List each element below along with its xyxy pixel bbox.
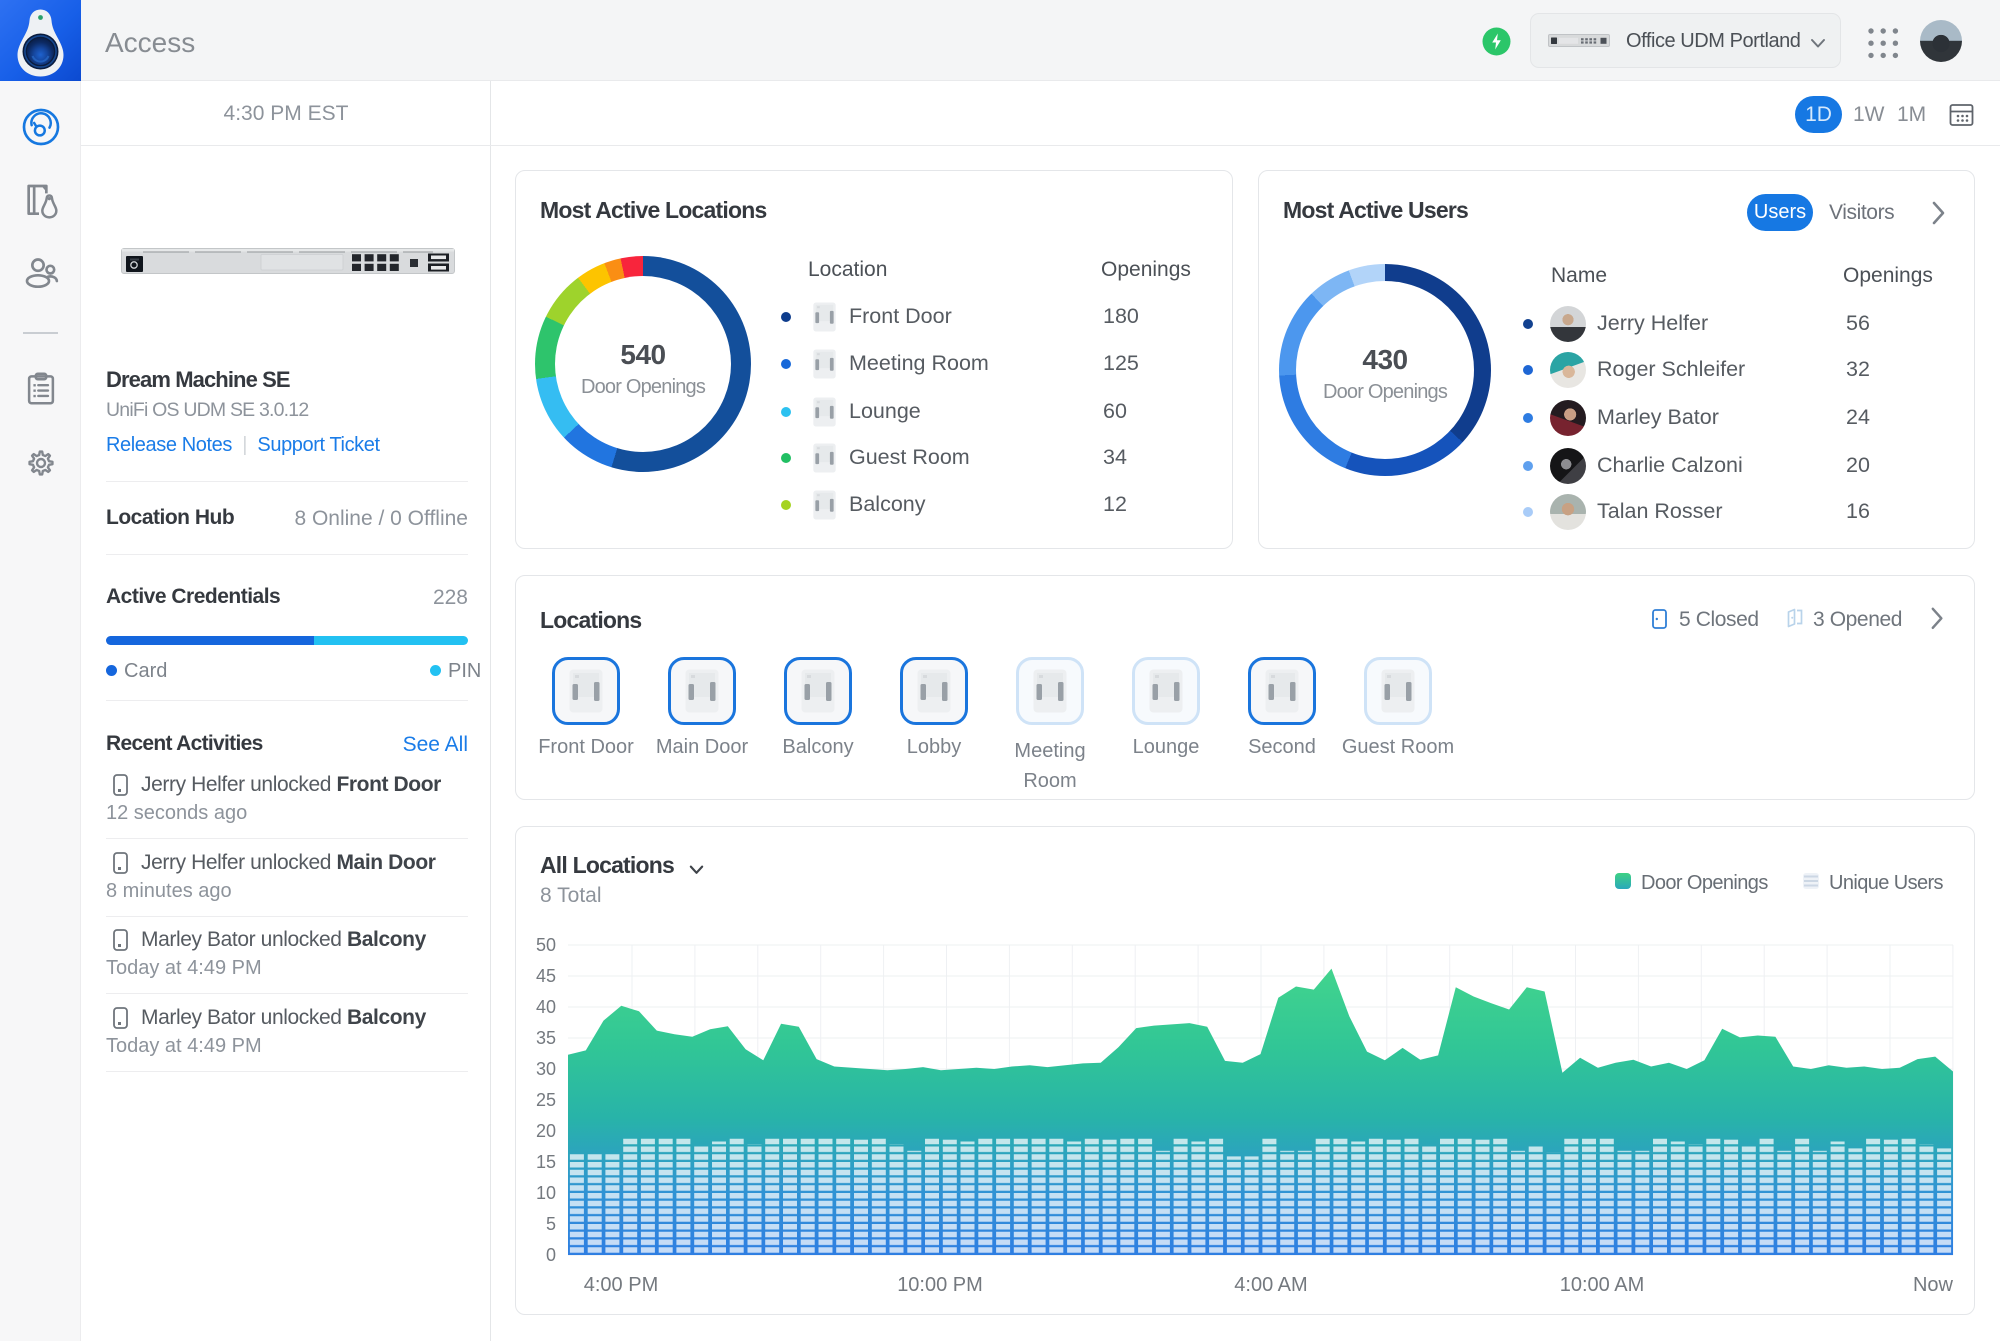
svg-text:45: 45	[536, 966, 556, 986]
svg-text:35: 35	[536, 1028, 556, 1048]
svg-text:10:00 PM: 10:00 PM	[897, 1274, 983, 1296]
svg-text:40: 40	[536, 997, 556, 1017]
svg-text:50: 50	[536, 935, 556, 955]
svg-text:25: 25	[536, 1090, 556, 1110]
svg-text:0: 0	[546, 1245, 556, 1265]
svg-text:5: 5	[546, 1214, 556, 1234]
svg-text:4:00 PM: 4:00 PM	[584, 1274, 658, 1296]
svg-text:20: 20	[536, 1121, 556, 1141]
svg-text:10: 10	[536, 1183, 556, 1203]
svg-text:4:00 AM: 4:00 AM	[1234, 1274, 1307, 1296]
svg-text:10:00 AM: 10:00 AM	[1560, 1274, 1645, 1296]
svg-text:15: 15	[536, 1152, 556, 1172]
svg-text:30: 30	[536, 1059, 556, 1079]
svg-text:Now: Now	[1913, 1274, 1954, 1296]
